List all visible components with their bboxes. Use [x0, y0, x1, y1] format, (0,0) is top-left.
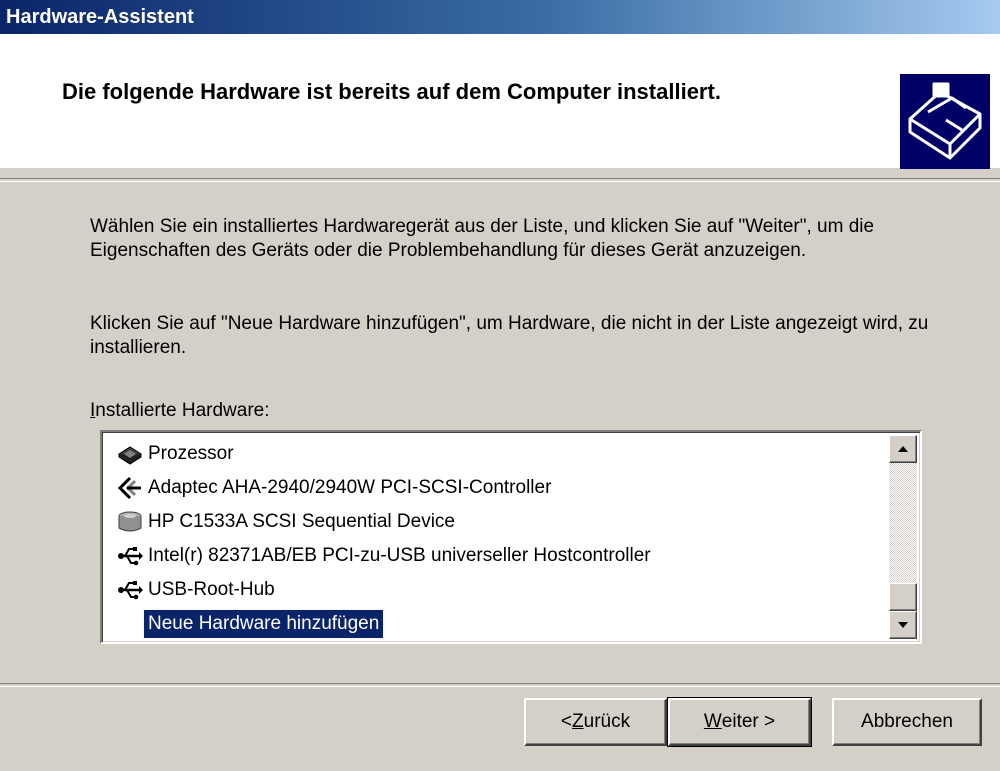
- hardware-wizard-icon: [900, 74, 990, 169]
- footer-separator: [0, 683, 1000, 687]
- title-bar: Hardware-Assistent: [0, 0, 1000, 34]
- back-button-mnemonic: Z: [572, 711, 584, 732]
- list-item-label: USB-Root-Hub: [148, 579, 275, 600]
- instruction-text-2: Klicken Sie auf "Neue Hardware hinzufüge…: [90, 313, 929, 358]
- cpu-icon: [112, 437, 148, 471]
- tape-drive-icon: [112, 505, 148, 539]
- installed-hardware-list[interactable]: Prozessor Adaptec AHA-2940/2940W PCI-SCS…: [100, 430, 922, 644]
- list-item-label: Prozessor: [148, 443, 234, 464]
- usb-icon: [112, 539, 148, 573]
- list-item-label: HP C1533A SCSI Sequential Device: [148, 511, 455, 532]
- cancel-button[interactable]: Abbrechen: [832, 698, 982, 746]
- header-separator: [0, 178, 1000, 182]
- cancel-button-label: Abbrechen: [861, 711, 953, 732]
- list-item[interactable]: USB-Root-Hub: [112, 573, 892, 607]
- wizard-header: Die folgende Hardware ist bereits auf de…: [0, 34, 1000, 169]
- list-item-label: Adaptec AHA-2940/2940W PCI-SCSI-Controll…: [148, 477, 552, 498]
- usb-icon: [112, 573, 148, 607]
- scroll-up-button[interactable]: [889, 435, 917, 463]
- next-button-label: eiter >: [721, 711, 776, 732]
- next-button-mnemonic: W: [703, 711, 722, 732]
- list-item[interactable]: Prozessor: [112, 437, 892, 471]
- list-item-label: Intel(r) 82371AB/EB PCI-zu-USB universel…: [148, 545, 651, 566]
- list-item[interactable]: Intel(r) 82371AB/EB PCI-zu-USB universel…: [112, 539, 892, 573]
- back-button-label: urück: [583, 711, 631, 732]
- list-item[interactable]: HP C1533A SCSI Sequential Device: [112, 505, 892, 539]
- back-button[interactable]: < Zurück: [524, 698, 667, 746]
- vertical-scrollbar[interactable]: [889, 435, 917, 639]
- list-item[interactable]: Adaptec AHA-2940/2940W PCI-SCSI-Controll…: [112, 471, 892, 505]
- list-item-label: Neue Hardware hinzufügen: [142, 609, 385, 639]
- list-item-add-new-hardware[interactable]: Neue Hardware hinzufügen: [112, 607, 892, 641]
- scroll-thumb[interactable]: [889, 583, 917, 611]
- list-label-rest: nstallierte Hardware:: [95, 400, 270, 421]
- page-title: Die folgende Hardware ist bereits auf de…: [62, 79, 721, 104]
- blank-icon-spacer: [112, 607, 148, 641]
- arrow-down-icon: [898, 622, 908, 628]
- instruction-text-1: Wählen Sie ein installiertes Hardwareger…: [90, 216, 875, 261]
- window-title: Hardware-Assistent: [6, 6, 194, 28]
- back-button-prefix: <: [560, 711, 573, 732]
- next-button[interactable]: Weiter >: [667, 697, 812, 747]
- scsi-controller-icon: [112, 471, 148, 505]
- installed-hardware-label: Installierte Hardware:: [90, 400, 270, 422]
- scroll-down-button[interactable]: [889, 611, 917, 639]
- arrow-up-icon: [898, 446, 908, 452]
